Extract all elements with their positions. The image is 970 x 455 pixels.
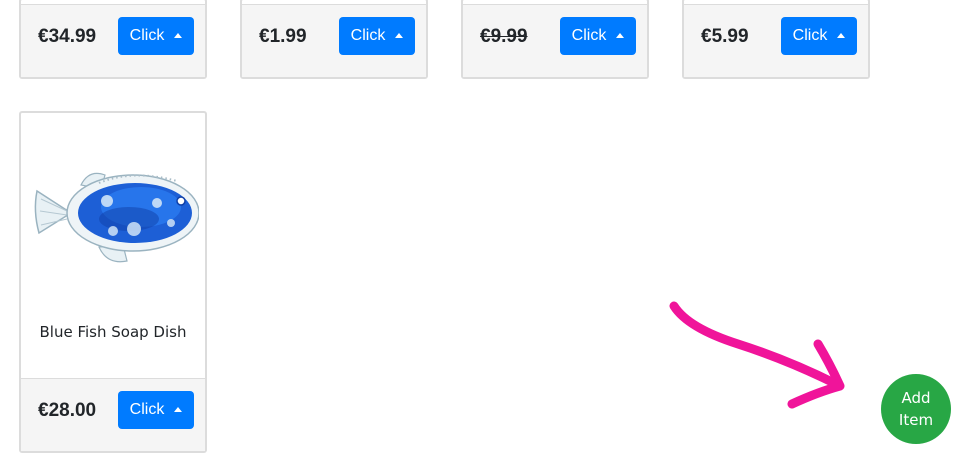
card-footer: €34.99 Click (21, 4, 205, 77)
arrow-annotation-icon (669, 301, 845, 409)
card-footer: €28.00 Click (21, 378, 205, 451)
caret-up-icon (395, 32, 404, 38)
product-price: €1.99 (259, 26, 307, 47)
click-button-label: Click (571, 27, 607, 44)
click-dropdown-button[interactable]: Click (560, 17, 636, 55)
click-button-label: Click (129, 27, 165, 44)
product-card: €9.99 Click (461, 0, 649, 79)
product-card: €5.99 Click (682, 0, 870, 79)
add-item-label: Add Item (898, 389, 934, 429)
product-price: €34.99 (38, 26, 97, 47)
product-card: €1.99 Click (240, 0, 428, 79)
product-price-struck: €9.99 (480, 26, 528, 47)
product-price: €5.99 (701, 26, 749, 47)
card-footer: €9.99 Click (463, 4, 647, 77)
product-card: Blue Fish Soap Dish €28.00 Click (19, 111, 207, 453)
click-dropdown-button[interactable]: Click (118, 17, 194, 55)
click-dropdown-button[interactable]: Click (118, 391, 194, 429)
caret-up-icon (837, 32, 846, 38)
product-card: €34.99 Click (19, 0, 207, 79)
click-dropdown-button[interactable]: Click (339, 17, 415, 55)
card-footer: €1.99 Click (242, 4, 426, 77)
click-dropdown-button[interactable]: Click (781, 17, 857, 55)
product-name: Blue Fish Soap Dish (39, 323, 187, 341)
add-item-button[interactable]: Add Item (881, 374, 951, 444)
blue-fish-soap-dish-image (34, 172, 199, 263)
click-button-label: Click (129, 401, 165, 418)
caret-up-icon (174, 32, 183, 38)
click-button-label: Click (350, 27, 386, 44)
caret-up-icon (616, 32, 625, 38)
card-footer: €5.99 Click (684, 4, 868, 77)
click-button-label: Click (792, 27, 828, 44)
caret-up-icon (174, 406, 183, 412)
product-price: €28.00 (38, 400, 97, 421)
